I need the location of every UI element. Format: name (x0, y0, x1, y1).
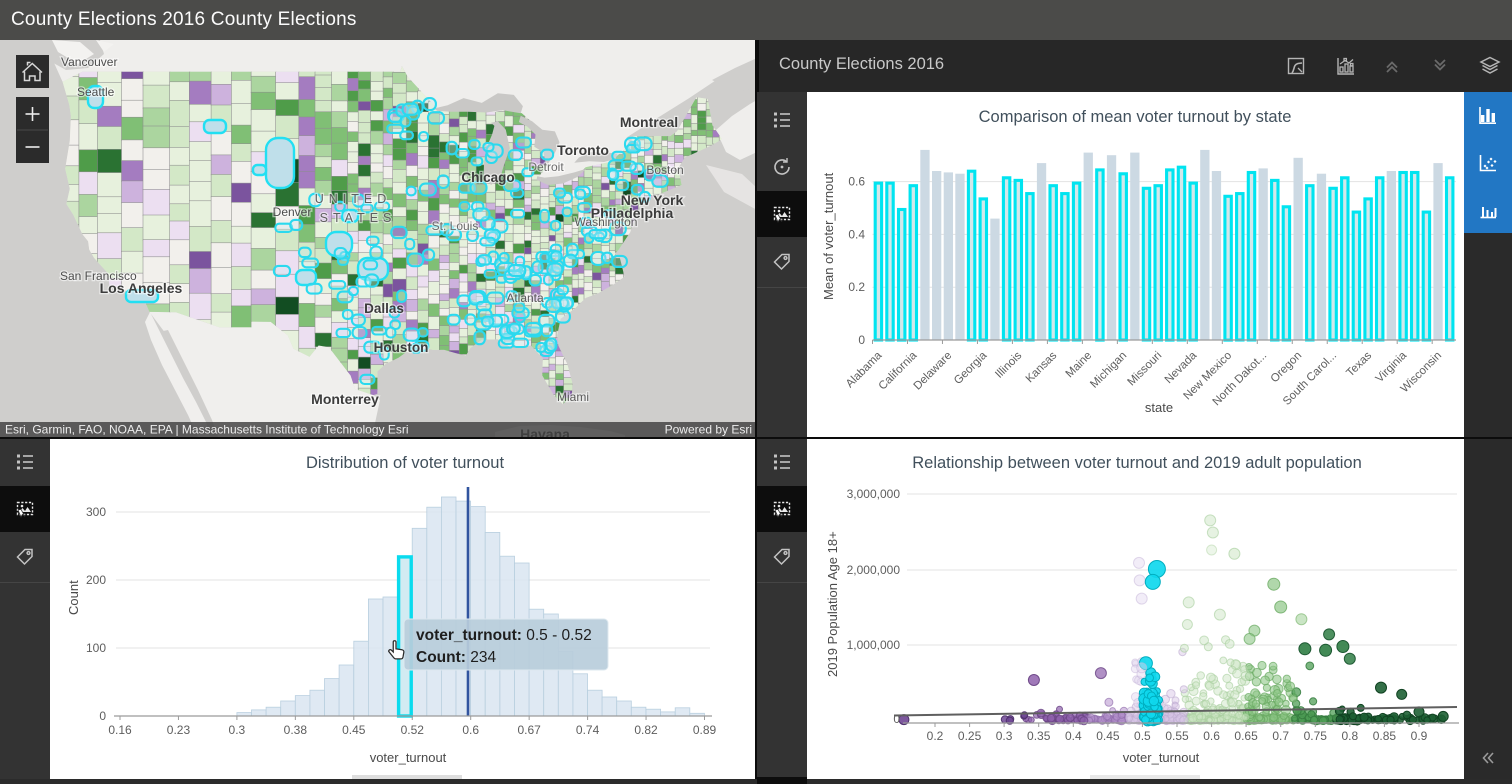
svg-text:UNITED: UNITED (315, 192, 392, 206)
svg-text:0.6: 0.6 (1203, 729, 1220, 743)
svg-text:0.52: 0.52 (401, 723, 425, 737)
svg-text:0.3: 0.3 (229, 723, 246, 737)
svg-text:0: 0 (858, 333, 865, 347)
svg-text:Denver: Denver (273, 205, 312, 219)
svg-text:Count: Count (66, 580, 81, 615)
svg-text:0.16: 0.16 (108, 723, 132, 737)
svg-text:Distribution of voter turnout: Distribution of voter turnout (306, 454, 505, 472)
svg-text:0.65: 0.65 (1234, 729, 1258, 743)
svg-text:0.6: 0.6 (462, 723, 479, 737)
svg-text:0: 0 (893, 712, 900, 726)
svg-text:Vancouver: Vancouver (61, 55, 117, 69)
svg-text:300: 300 (86, 505, 106, 519)
svg-text:Count: 234: Count: 234 (416, 649, 496, 666)
svg-text:voter_turnout: voter_turnout (1123, 750, 1200, 765)
svg-text:Montreal: Montreal (620, 114, 678, 130)
svg-text:Miami: Miami (557, 390, 589, 404)
svg-text:0.55: 0.55 (1165, 729, 1189, 743)
svg-text:200: 200 (86, 573, 106, 587)
svg-text:1,000,000: 1,000,000 (847, 638, 901, 652)
svg-text:voter_turnout: 0.5 - 0.52: voter_turnout: 0.5 - 0.52 (416, 627, 592, 644)
svg-text:Toronto: Toronto (557, 142, 609, 158)
svg-text:0.25: 0.25 (958, 729, 982, 743)
svg-text:voter_turnout: voter_turnout (370, 750, 447, 765)
svg-text:0.23: 0.23 (167, 723, 191, 737)
svg-text:0.75: 0.75 (1304, 729, 1328, 743)
svg-text:STATES: STATES (320, 211, 397, 225)
svg-text:Los Angeles: Los Angeles (100, 280, 183, 296)
svg-text:0.3: 0.3 (996, 729, 1013, 743)
svg-text:0: 0 (99, 709, 106, 723)
svg-text:2,000,000: 2,000,000 (847, 563, 901, 577)
svg-text:0.5: 0.5 (1134, 729, 1151, 743)
svg-text:0.6: 0.6 (848, 175, 865, 189)
svg-text:Relationship between voter tur: Relationship between voter turnout and 2… (912, 454, 1362, 472)
svg-text:Mean of voter_turnout: Mean of voter_turnout (821, 172, 836, 300)
svg-text:0.9: 0.9 (1411, 729, 1428, 743)
svg-text:St. Louis: St. Louis (432, 219, 479, 233)
svg-text:0.35: 0.35 (1027, 729, 1051, 743)
svg-text:state: state (1145, 400, 1173, 415)
svg-text:0.8: 0.8 (1341, 729, 1358, 743)
svg-text:0.7: 0.7 (1272, 729, 1289, 743)
svg-text:100: 100 (86, 641, 106, 655)
svg-text:2019 Population Age 18+: 2019 Population Age 18+ (825, 531, 840, 677)
svg-text:Comparison of mean voter turno: Comparison of mean voter turnout by stat… (979, 108, 1292, 126)
svg-text:Monterrey: Monterrey (311, 391, 379, 407)
svg-text:0.38: 0.38 (284, 723, 308, 737)
svg-text:Esri, Garmin, FAO, NOAA, EPA |: Esri, Garmin, FAO, NOAA, EPA | Massachus… (5, 423, 409, 437)
svg-text:Washington: Washington (575, 215, 638, 229)
svg-text:0.85: 0.85 (1373, 729, 1397, 743)
svg-text:Seattle: Seattle (77, 85, 115, 99)
svg-text:0.2: 0.2 (927, 729, 944, 743)
svg-text:Chicago: Chicago (461, 170, 514, 185)
svg-text:Dallas: Dallas (364, 301, 404, 316)
svg-text:0.45: 0.45 (1096, 729, 1120, 743)
svg-text:3,000,000: 3,000,000 (847, 487, 901, 501)
svg-text:0.82: 0.82 (634, 723, 658, 737)
svg-text:Boston: Boston (646, 163, 683, 177)
svg-text:Powered by Esri: Powered by Esri (665, 423, 752, 437)
svg-text:0.2: 0.2 (848, 280, 865, 294)
svg-text:0.89: 0.89 (693, 723, 717, 737)
svg-text:0.67: 0.67 (517, 723, 541, 737)
svg-text:0.45: 0.45 (342, 723, 366, 737)
svg-text:Detroit: Detroit (528, 160, 564, 174)
svg-text:Atlanta: Atlanta (506, 291, 544, 305)
svg-text:0.74: 0.74 (576, 723, 600, 737)
svg-text:Houston: Houston (374, 340, 429, 355)
svg-text:0.4: 0.4 (1065, 729, 1082, 743)
svg-text:0.4: 0.4 (848, 227, 865, 241)
